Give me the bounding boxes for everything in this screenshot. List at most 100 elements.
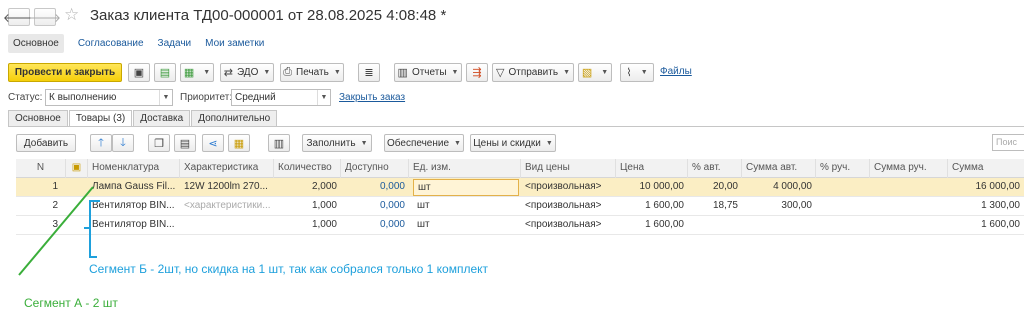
create-based-on-button[interactable]: ▦ ▼	[180, 63, 214, 82]
create-based-icon: ▦	[183, 67, 195, 79]
cell-pct-manual[interactable]	[816, 178, 870, 197]
col-header-pct-manual[interactable]: % руч.	[816, 159, 870, 178]
col-header-lock[interactable]: ▣	[66, 159, 88, 178]
reports-button[interactable]: ▥ Отчеты ▼	[394, 63, 462, 82]
favorite-star-icon[interactable]: ☆	[64, 5, 79, 25]
cell-price-type[interactable]: <произвольная>	[521, 216, 616, 235]
close-order-link[interactable]: Закрыть заказ	[339, 92, 405, 103]
chevron-down-icon: ▼	[203, 69, 211, 76]
related-docs-button[interactable]: ⇶	[466, 63, 488, 82]
fill-button[interactable]: Заполнить ▼	[302, 134, 372, 152]
cell-unit[interactable]: шт	[413, 216, 519, 235]
cell-characteristic[interactable]	[180, 216, 274, 235]
form-navigation: Основное Согласование Задачи Мои заметки	[8, 33, 278, 53]
cell-quantity[interactable]: 2,000	[274, 178, 341, 197]
paste-rows-button[interactable]: ▤	[174, 134, 196, 152]
cell-available[interactable]: 0,000	[341, 178, 409, 197]
tab-main[interactable]: Основное	[8, 110, 68, 126]
cell-quantity[interactable]: 1,000	[274, 197, 341, 216]
status-select[interactable]: К выполнению ▼	[45, 89, 173, 106]
cell-pct-auto: 20,00	[712, 181, 738, 192]
files-link[interactable]: Файлы	[660, 66, 692, 77]
table-row[interactable]: 3 Вентилятор BIN... 1,000 0,000 шт <прои…	[16, 216, 1024, 235]
save-button[interactable]: ▣	[128, 63, 150, 82]
cell-characteristic[interactable]: <характеристики...	[180, 197, 274, 216]
status-label: Статус:	[8, 92, 43, 103]
col-header-available[interactable]: Доступно	[341, 159, 409, 178]
cell-price-type[interactable]: <произвольная>	[521, 178, 616, 197]
reports-icon: ▥	[397, 67, 408, 79]
cell-price[interactable]: 1 600,00	[616, 216, 688, 235]
nav-notes[interactable]: Мои заметки	[205, 38, 264, 49]
cell-unit-editing[interactable]: шт	[413, 179, 519, 196]
chevron-down-icon: ▼	[263, 69, 271, 76]
col-header-sum-auto[interactable]: Сумма авт.	[742, 159, 816, 178]
barcode-button[interactable]: ▥	[268, 134, 290, 152]
col-header-price[interactable]: Цена	[616, 159, 688, 178]
cell-item[interactable]: Вентилятор BIN...	[88, 197, 180, 216]
prices-discounts-button[interactable]: Цены и скидки ▼	[470, 134, 556, 152]
document-structure-button[interactable]: ≣	[358, 63, 380, 82]
select-items-button[interactable]: ▦	[228, 134, 250, 152]
forward-arrow-icon[interactable]: 🡒	[29, 8, 61, 26]
priority-select[interactable]: Средний ▼	[231, 89, 331, 106]
cell-available[interactable]: 0,000	[341, 216, 409, 235]
col-header-quantity[interactable]: Количество	[274, 159, 341, 178]
chevron-down-icon[interactable]: ▼	[159, 90, 172, 105]
cell-sum-manual[interactable]	[870, 197, 948, 216]
tab-delivery[interactable]: Доставка	[133, 110, 191, 126]
col-header-sum[interactable]: Сумма	[948, 159, 1024, 178]
nav-main[interactable]: Основное	[8, 33, 64, 53]
chevron-down-icon: ▼	[360, 139, 368, 147]
move-up-button[interactable]: 🡑	[90, 134, 112, 152]
col-header-n[interactable]: N	[16, 159, 66, 178]
cell-price[interactable]: 1 600,00	[616, 197, 688, 216]
tab-goods[interactable]: Товары (3)	[68, 110, 133, 126]
barcode-icon: ▥	[273, 137, 285, 150]
tab-additional[interactable]: Дополнительно	[191, 110, 278, 126]
copy-row-button[interactable]: ❐	[148, 134, 170, 152]
back-arrow-icon[interactable]: 🡐	[3, 8, 35, 26]
post-button[interactable]: ▤	[154, 63, 176, 82]
nav-tasks[interactable]: Задачи	[158, 38, 192, 49]
split-icon: ⋖	[208, 137, 218, 150]
cell-available[interactable]: 0,000	[341, 197, 409, 216]
nav-approval[interactable]: Согласование	[78, 38, 144, 49]
chevron-down-icon: ▼	[451, 69, 459, 76]
more-actions-button[interactable]: ▧ ▼	[578, 63, 612, 82]
col-header-item[interactable]: Номенклатура	[88, 159, 180, 178]
edo-button[interactable]: ⇄ ЭДО ▼	[220, 63, 274, 82]
cell-sum-manual[interactable]	[870, 178, 948, 197]
split-row-button[interactable]: ⋖	[202, 134, 224, 152]
attach-button[interactable]: ⌇ ▼	[620, 63, 654, 82]
post-and-close-button[interactable]: Провести и закрыть	[8, 63, 122, 82]
col-header-unit[interactable]: Ед. изм.	[409, 159, 521, 178]
form-tabs: Основное Товары (3) Доставка Дополнитель…	[8, 110, 278, 126]
move-down-button[interactable]: 🡓	[112, 134, 134, 152]
cell-characteristic[interactable]: 12W 1200lm 270...	[180, 178, 274, 197]
lock-icon: ▣	[71, 162, 82, 173]
cell-price-type[interactable]: <произвольная>	[521, 197, 616, 216]
cell-item[interactable]: Лампа Gauss Fil...	[88, 178, 180, 197]
cell-pct-manual[interactable]	[816, 216, 870, 235]
send-button[interactable]: ▽ Отправить ▼	[492, 63, 574, 82]
cell-pct-manual[interactable]	[816, 197, 870, 216]
col-header-price-type[interactable]: Вид цены	[521, 159, 616, 178]
cell-quantity[interactable]: 1,000	[274, 216, 341, 235]
print-button[interactable]: ⎙ Печать ▼	[280, 63, 344, 82]
col-header-pct-auto[interactable]: % авт.	[688, 159, 742, 178]
cell-sum-auto: 4 000,00	[773, 181, 812, 192]
cell-sum-manual[interactable]	[870, 216, 948, 235]
supply-button[interactable]: Обеспечение ▼	[384, 134, 464, 152]
col-header-characteristic[interactable]: Характеристика	[180, 159, 274, 178]
cell-unit[interactable]: шт	[413, 197, 519, 216]
search-input[interactable]: Поис	[992, 134, 1024, 151]
cell-item[interactable]: Вентилятор BIN...	[88, 216, 180, 235]
add-row-button[interactable]: Добавить	[16, 134, 76, 152]
chevron-down-icon: ▼	[454, 139, 461, 147]
table-row[interactable]: 2 Вентилятор BIN... <характеристики... 1…	[16, 197, 1024, 216]
chevron-down-icon[interactable]: ▼	[317, 90, 330, 105]
cell-price[interactable]: 10 000,00	[616, 178, 688, 197]
col-header-sum-manual[interactable]: Сумма руч.	[870, 159, 948, 178]
table-row[interactable]: 1 Лампа Gauss Fil... 12W 1200lm 270... 2…	[16, 178, 1024, 197]
